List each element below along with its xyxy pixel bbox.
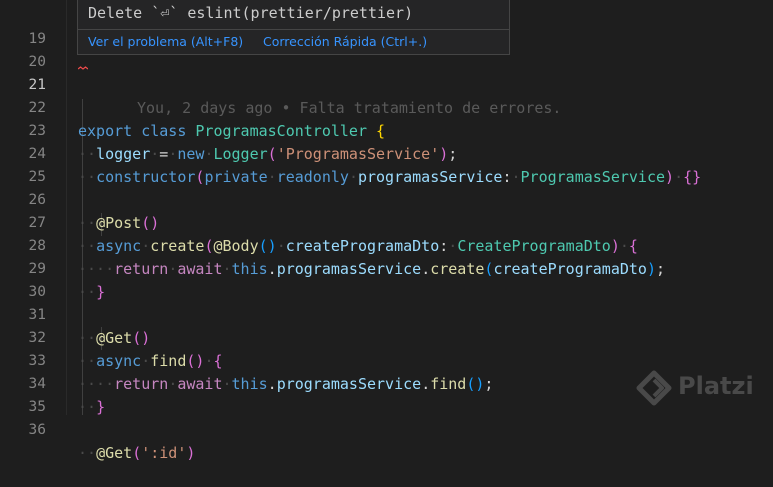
view-problem-link[interactable]: Ver el problema (Alt+F8): [88, 33, 243, 51]
platzi-logo-icon: [636, 370, 672, 406]
code-text: ··@Get(':id'): [78, 443, 196, 462]
code-line: 28 ····return·await·this.programasServic…: [0, 212, 773, 278]
code-line: 32 ··async·find()·{: [0, 304, 773, 370]
platzi-watermark: Platzi: [636, 368, 772, 408]
line-number: 36: [28, 421, 46, 438]
code-line: 24 ··constructor(private·readonly·progra…: [0, 120, 773, 186]
code-line: 22 export class ProgramasController {: [0, 74, 773, 140]
quick-fix-link[interactable]: Corrección Rápida (Ctrl+.): [263, 33, 427, 51]
code-line: 31 ··@Get(): [0, 281, 773, 347]
hover-message: Delete `⏎` eslint(prettier/prettier): [88, 4, 414, 22]
watermark-text: Platzi: [678, 372, 754, 400]
hover-divider: [78, 29, 509, 30]
code-line: 29 ··}: [0, 235, 773, 301]
code-line: 26 ··@Post(): [0, 166, 773, 232]
code-line: 23 ··logger·=·new·Logger('ProgramasServi…: [0, 97, 773, 163]
code-editor[interactable]: 19 20 21 You, 2 days ago • Falta tratami…: [0, 0, 773, 462]
code-line: 33 ····return·await·this.programasServic…: [0, 327, 773, 393]
code-line: 30: [0, 258, 773, 300]
hover-tooltip: Delete `⏎` eslint(prettier/prettier) Ver…: [77, 0, 510, 55]
error-squiggle: [78, 66, 88, 70]
code-line: 27 ··async·create(@Body()·createPrograma…: [0, 189, 773, 255]
code-line: 25: [0, 143, 773, 185]
